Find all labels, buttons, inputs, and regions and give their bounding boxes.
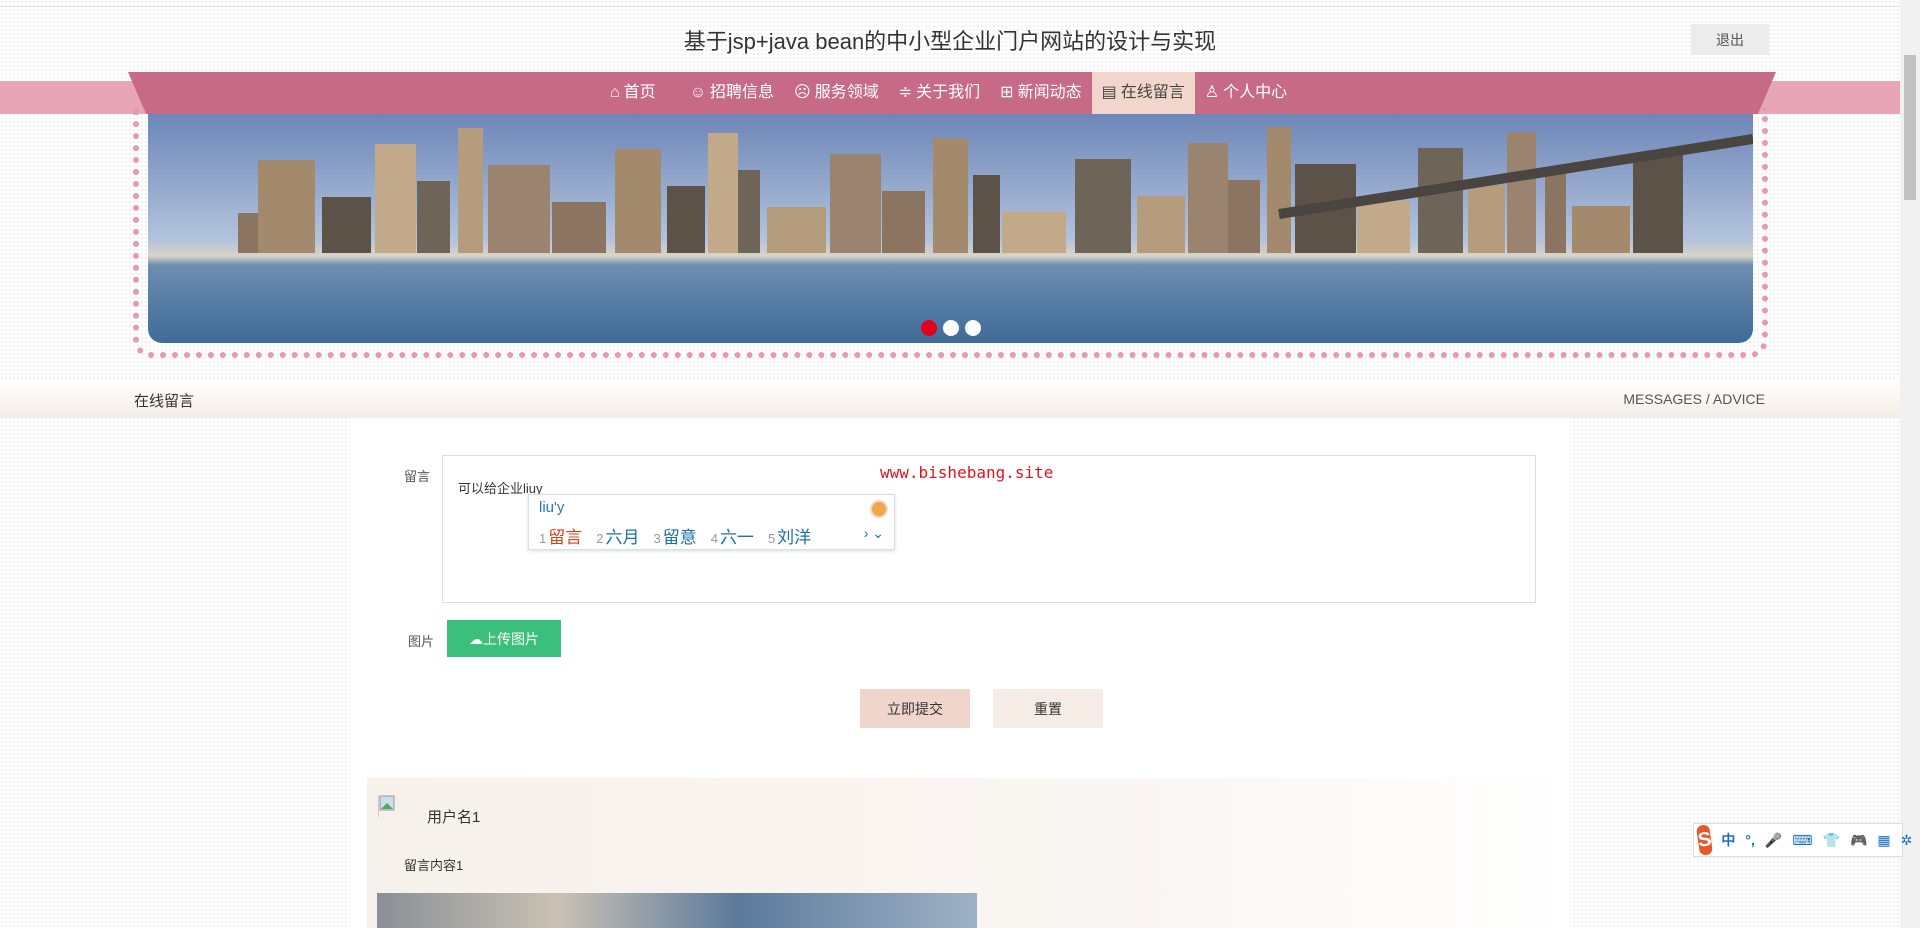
sogou-tool-icon[interactable]: 🎤 xyxy=(1765,832,1782,849)
watermark: www.bishebang.site xyxy=(880,463,1053,482)
sogou-tool-icon[interactable]: °, xyxy=(1745,832,1755,848)
ime-skin-icon[interactable] xyxy=(870,500,888,518)
carousel-dots xyxy=(921,320,981,336)
cloud-upload-icon: ☁ xyxy=(469,631,483,647)
sogou-tool-icon[interactable]: 🎮 xyxy=(1850,832,1867,849)
candidate-number: 4 xyxy=(711,531,718,546)
top-divider xyxy=(0,6,1900,7)
scrollbar-thumb[interactable] xyxy=(1904,55,1916,200)
candidate-number: 1 xyxy=(539,531,546,546)
sogou-tool-icon[interactable]: ⌨ xyxy=(1792,832,1812,849)
ime-composition: liu'y xyxy=(539,499,564,516)
upload-image-button[interactable]: ☁上传图片 xyxy=(447,620,561,657)
ime-candidate[interactable]: 4六一 xyxy=(711,523,754,548)
ime-candidate[interactable]: 1留言 xyxy=(539,523,582,548)
reset-button[interactable]: 重置 xyxy=(993,689,1103,728)
section-subtitle: MESSAGES / ADVICE xyxy=(1623,391,1765,407)
candidate-text: 留意 xyxy=(663,528,697,547)
ime-candidates: 1留言 2六月 3留意 4六一 5刘洋 xyxy=(539,523,811,548)
site-title: 基于jsp+java bean的中小型企业门户网站的设计与实现 xyxy=(0,24,1900,56)
sogou-tool-icon[interactable]: ▦ xyxy=(1877,832,1890,849)
ime-more-icon[interactable]: › ⌄ xyxy=(864,525,884,542)
section-title: 在线留言 xyxy=(134,390,194,411)
carousel-dot[interactable] xyxy=(921,320,937,336)
candidate-text: 刘洋 xyxy=(777,528,811,547)
submit-button[interactable]: 立即提交 xyxy=(860,689,970,728)
message-image xyxy=(377,893,977,928)
image-label: 图片 xyxy=(408,631,434,650)
ime-candidate-popup: liu'y 1留言 2六月 3留意 4六一 5刘洋 › ⌄ xyxy=(528,494,895,550)
candidate-text: 留言 xyxy=(548,528,582,547)
message-username: 用户名1 xyxy=(427,806,480,827)
sogou-tool-icon[interactable]: 中 xyxy=(1721,830,1735,850)
ime-candidate[interactable]: 3留意 xyxy=(653,523,696,548)
message-label: 留言 xyxy=(404,466,430,485)
sogou-ime-toolbar: S 中°,🎤⌨👕🎮▦✲ xyxy=(1693,823,1903,857)
avatar-broken-image-icon xyxy=(378,795,400,817)
ime-candidate[interactable]: 2六月 xyxy=(596,523,639,548)
candidate-number: 2 xyxy=(596,531,603,546)
carousel-dot[interactable] xyxy=(965,320,981,336)
sogou-logo-icon[interactable]: S xyxy=(1696,824,1713,856)
sogou-tool-icon[interactable]: 👕 xyxy=(1823,832,1840,849)
upload-label: 上传图片 xyxy=(483,631,539,647)
section-header xyxy=(0,380,1900,418)
message-content: 留言内容1 xyxy=(404,855,463,874)
candidate-number: 5 xyxy=(768,531,775,546)
logout-button[interactable]: 退出 xyxy=(1691,24,1769,55)
candidate-text: 六一 xyxy=(720,528,754,547)
sogou-tool-icon[interactable]: ✲ xyxy=(1901,832,1913,849)
candidate-text: 六月 xyxy=(605,528,639,547)
carousel-dot[interactable] xyxy=(943,320,959,336)
ime-candidate[interactable]: 5刘洋 xyxy=(768,523,811,548)
candidate-number: 3 xyxy=(653,531,660,546)
